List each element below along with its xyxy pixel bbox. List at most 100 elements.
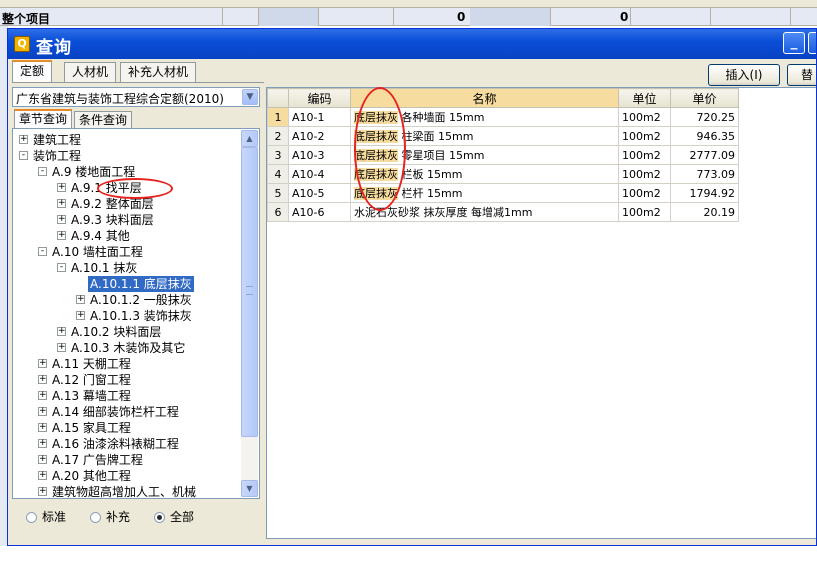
quota-result-grid[interactable]: 编码 名称 单位 单价 1 A10-1 底层抹灰 各种墙面 15mm 100m2 720… xyxy=(266,87,816,539)
expand-icon[interactable]: + xyxy=(38,407,47,416)
quota-library-select[interactable]: 广东省建筑与装饰工程综合定额(2010) ▼ xyxy=(12,87,260,107)
cell-name[interactable]: 底层抹灰 栏杆 15mm xyxy=(350,183,619,203)
table-row[interactable]: 6 A10-6 水泥石灰砂浆 抹灰厚度 每增减1mm 100m2 20.19 xyxy=(267,202,739,222)
collapse-icon[interactable]: - xyxy=(38,247,47,256)
cell-price[interactable]: 20.19 xyxy=(670,202,739,222)
row-index[interactable]: 5 xyxy=(267,183,289,203)
chevron-down-icon[interactable]: ▼ xyxy=(242,89,258,105)
chapter-tree[interactable]: + 建筑工程 - 装饰工程 - A.9 楼地面工程 + A.9.1 找平层 + A.9.2 整体面… xyxy=(12,128,260,499)
tree-scrollbar[interactable]: ▲ ▼ xyxy=(241,130,258,497)
scroll-down-icon[interactable]: ▼ xyxy=(241,480,258,497)
tree-item-label: A.10 墙柱面工程 xyxy=(52,245,143,259)
cell-unit[interactable]: 100m2 xyxy=(618,183,671,203)
row-index[interactable]: 2 xyxy=(267,126,289,146)
column-header-unit[interactable]: 单位 xyxy=(618,88,671,108)
expand-icon[interactable]: + xyxy=(76,311,85,320)
expand-icon[interactable]: + xyxy=(57,231,66,240)
cell-price[interactable]: 1794.92 xyxy=(670,183,739,203)
collapse-icon[interactable]: - xyxy=(19,151,28,160)
column-header-name[interactable]: 名称 xyxy=(350,88,619,108)
tree-item-label: A.10.1.2 一般抹灰 xyxy=(90,293,192,307)
tab-condition-query[interactable]: 条件查询 xyxy=(74,111,133,129)
cell-price[interactable]: 946.35 xyxy=(670,126,739,146)
replace-button[interactable]: 替 xyxy=(787,64,816,86)
minimize-button[interactable]: _ xyxy=(783,32,805,54)
tree-item-label: 建筑工程 xyxy=(33,133,82,147)
cell-name[interactable]: 底层抹灰 栏板 15mm xyxy=(350,164,619,184)
radio-standard-indicator[interactable] xyxy=(26,512,37,523)
cell-code[interactable]: A10-3 xyxy=(288,145,351,165)
table-row[interactable]: 5 A10-5 底层抹灰 栏杆 15mm 100m2 1794.92 xyxy=(267,183,739,203)
column-header-price[interactable]: 单价 xyxy=(670,88,739,108)
dialog-title: 查询 xyxy=(36,38,72,58)
radio-supplementary[interactable]: 补充 xyxy=(90,508,130,524)
expand-icon[interactable]: + xyxy=(57,215,66,224)
name-rest: 水泥石灰砂浆 抹灰厚度 每增减1mm xyxy=(354,206,533,219)
cell-unit[interactable]: 100m2 xyxy=(618,164,671,184)
tree-item-label: A.11 天棚工程 xyxy=(52,357,131,371)
cell-code[interactable]: A10-5 xyxy=(288,183,351,203)
table-row[interactable]: 4 A10-4 底层抹灰 栏板 15mm 100m2 773.09 xyxy=(267,164,739,184)
table-row[interactable]: 2 A10-2 底层抹灰 柱梁面 15mm 100m2 946.35 xyxy=(267,126,739,146)
radio-standard[interactable]: 标准 xyxy=(26,508,66,524)
cell-name[interactable]: 水泥石灰砂浆 抹灰厚度 每增减1mm xyxy=(350,202,619,222)
collapse-icon[interactable]: - xyxy=(38,167,47,176)
expand-icon[interactable]: + xyxy=(38,455,47,464)
name-highlight: 底层抹灰 xyxy=(354,187,398,200)
expand-icon[interactable]: + xyxy=(38,487,47,496)
tree-item-label: 建筑物超高增加人工、机械 xyxy=(52,485,197,499)
query-dialog: Q 查询 _ 定额 人材机 补充人材机 插入(I) 替 广东省建筑与装饰工程综合… xyxy=(7,28,817,546)
cell-code[interactable]: A10-1 xyxy=(288,107,351,127)
tab-labor-material-machine[interactable]: 人材机 xyxy=(64,62,117,82)
row-index[interactable]: 1 xyxy=(267,107,289,127)
cell-code[interactable]: A10-2 xyxy=(288,126,351,146)
name-highlight: 底层抹灰 xyxy=(354,149,398,162)
radio-all-indicator[interactable] xyxy=(154,512,165,523)
dialog-titlebar[interactable]: Q 查询 _ xyxy=(8,29,816,59)
cell-unit[interactable]: 100m2 xyxy=(618,202,671,222)
table-row[interactable]: 1 A10-1 底层抹灰 各种墙面 15mm 100m2 720.25 xyxy=(267,107,739,127)
cell-name[interactable]: 底层抹灰 零星项目 15mm xyxy=(350,145,619,165)
expand-icon[interactable]: + xyxy=(38,375,47,384)
cell-price[interactable]: 2777.09 xyxy=(670,145,739,165)
expand-icon[interactable]: + xyxy=(57,327,66,336)
cell-price[interactable]: 773.09 xyxy=(670,164,739,184)
tab-chapter-query[interactable]: 章节查询 xyxy=(14,109,73,129)
background-row-label: 整个项目 xyxy=(2,12,51,26)
expand-icon[interactable]: + xyxy=(38,471,47,480)
expand-icon[interactable]: + xyxy=(76,295,85,304)
expand-icon[interactable]: + xyxy=(57,183,66,192)
cell-unit[interactable]: 100m2 xyxy=(618,107,671,127)
table-row[interactable]: 3 A10-3 底层抹灰 零星项目 15mm 100m2 2777.09 xyxy=(267,145,739,165)
column-header-code[interactable]: 编码 xyxy=(288,88,351,108)
radio-all[interactable]: 全部 xyxy=(154,508,194,524)
expand-icon[interactable]: + xyxy=(19,135,28,144)
cell-code[interactable]: A10-6 xyxy=(288,202,351,222)
expand-icon[interactable]: + xyxy=(57,343,66,352)
tab-supplementary-lmm[interactable]: 补充人材机 xyxy=(120,62,197,82)
cell-price[interactable]: 720.25 xyxy=(670,107,739,127)
cell-unit[interactable]: 100m2 xyxy=(618,126,671,146)
expand-icon[interactable]: + xyxy=(38,439,47,448)
row-index[interactable]: 4 xyxy=(267,164,289,184)
tab-quota[interactable]: 定额 xyxy=(12,60,53,83)
row-index[interactable]: 6 xyxy=(267,202,289,222)
tree-item-label: A.9.4 其他 xyxy=(71,229,130,243)
expand-icon[interactable]: + xyxy=(57,199,66,208)
maximize-button[interactable] xyxy=(808,32,816,54)
cell-unit[interactable]: 100m2 xyxy=(618,145,671,165)
cell-code[interactable]: A10-4 xyxy=(288,164,351,184)
tree-item-label: A.9 楼地面工程 xyxy=(52,165,136,179)
expand-icon[interactable]: + xyxy=(38,359,47,368)
tree-item-label: 装饰工程 xyxy=(33,149,82,163)
row-index[interactable]: 3 xyxy=(267,145,289,165)
expand-icon[interactable]: + xyxy=(38,391,47,400)
scrollbar-thumb[interactable] xyxy=(241,147,258,437)
collapse-icon[interactable]: - xyxy=(57,263,66,272)
cell-name[interactable]: 底层抹灰 柱梁面 15mm xyxy=(350,126,619,146)
radio-supplementary-indicator[interactable] xyxy=(90,512,101,523)
insert-button[interactable]: 插入(I) xyxy=(708,64,780,86)
scroll-up-icon[interactable]: ▲ xyxy=(241,130,258,147)
cell-name[interactable]: 底层抹灰 各种墙面 15mm xyxy=(350,107,619,127)
expand-icon[interactable]: + xyxy=(38,423,47,432)
